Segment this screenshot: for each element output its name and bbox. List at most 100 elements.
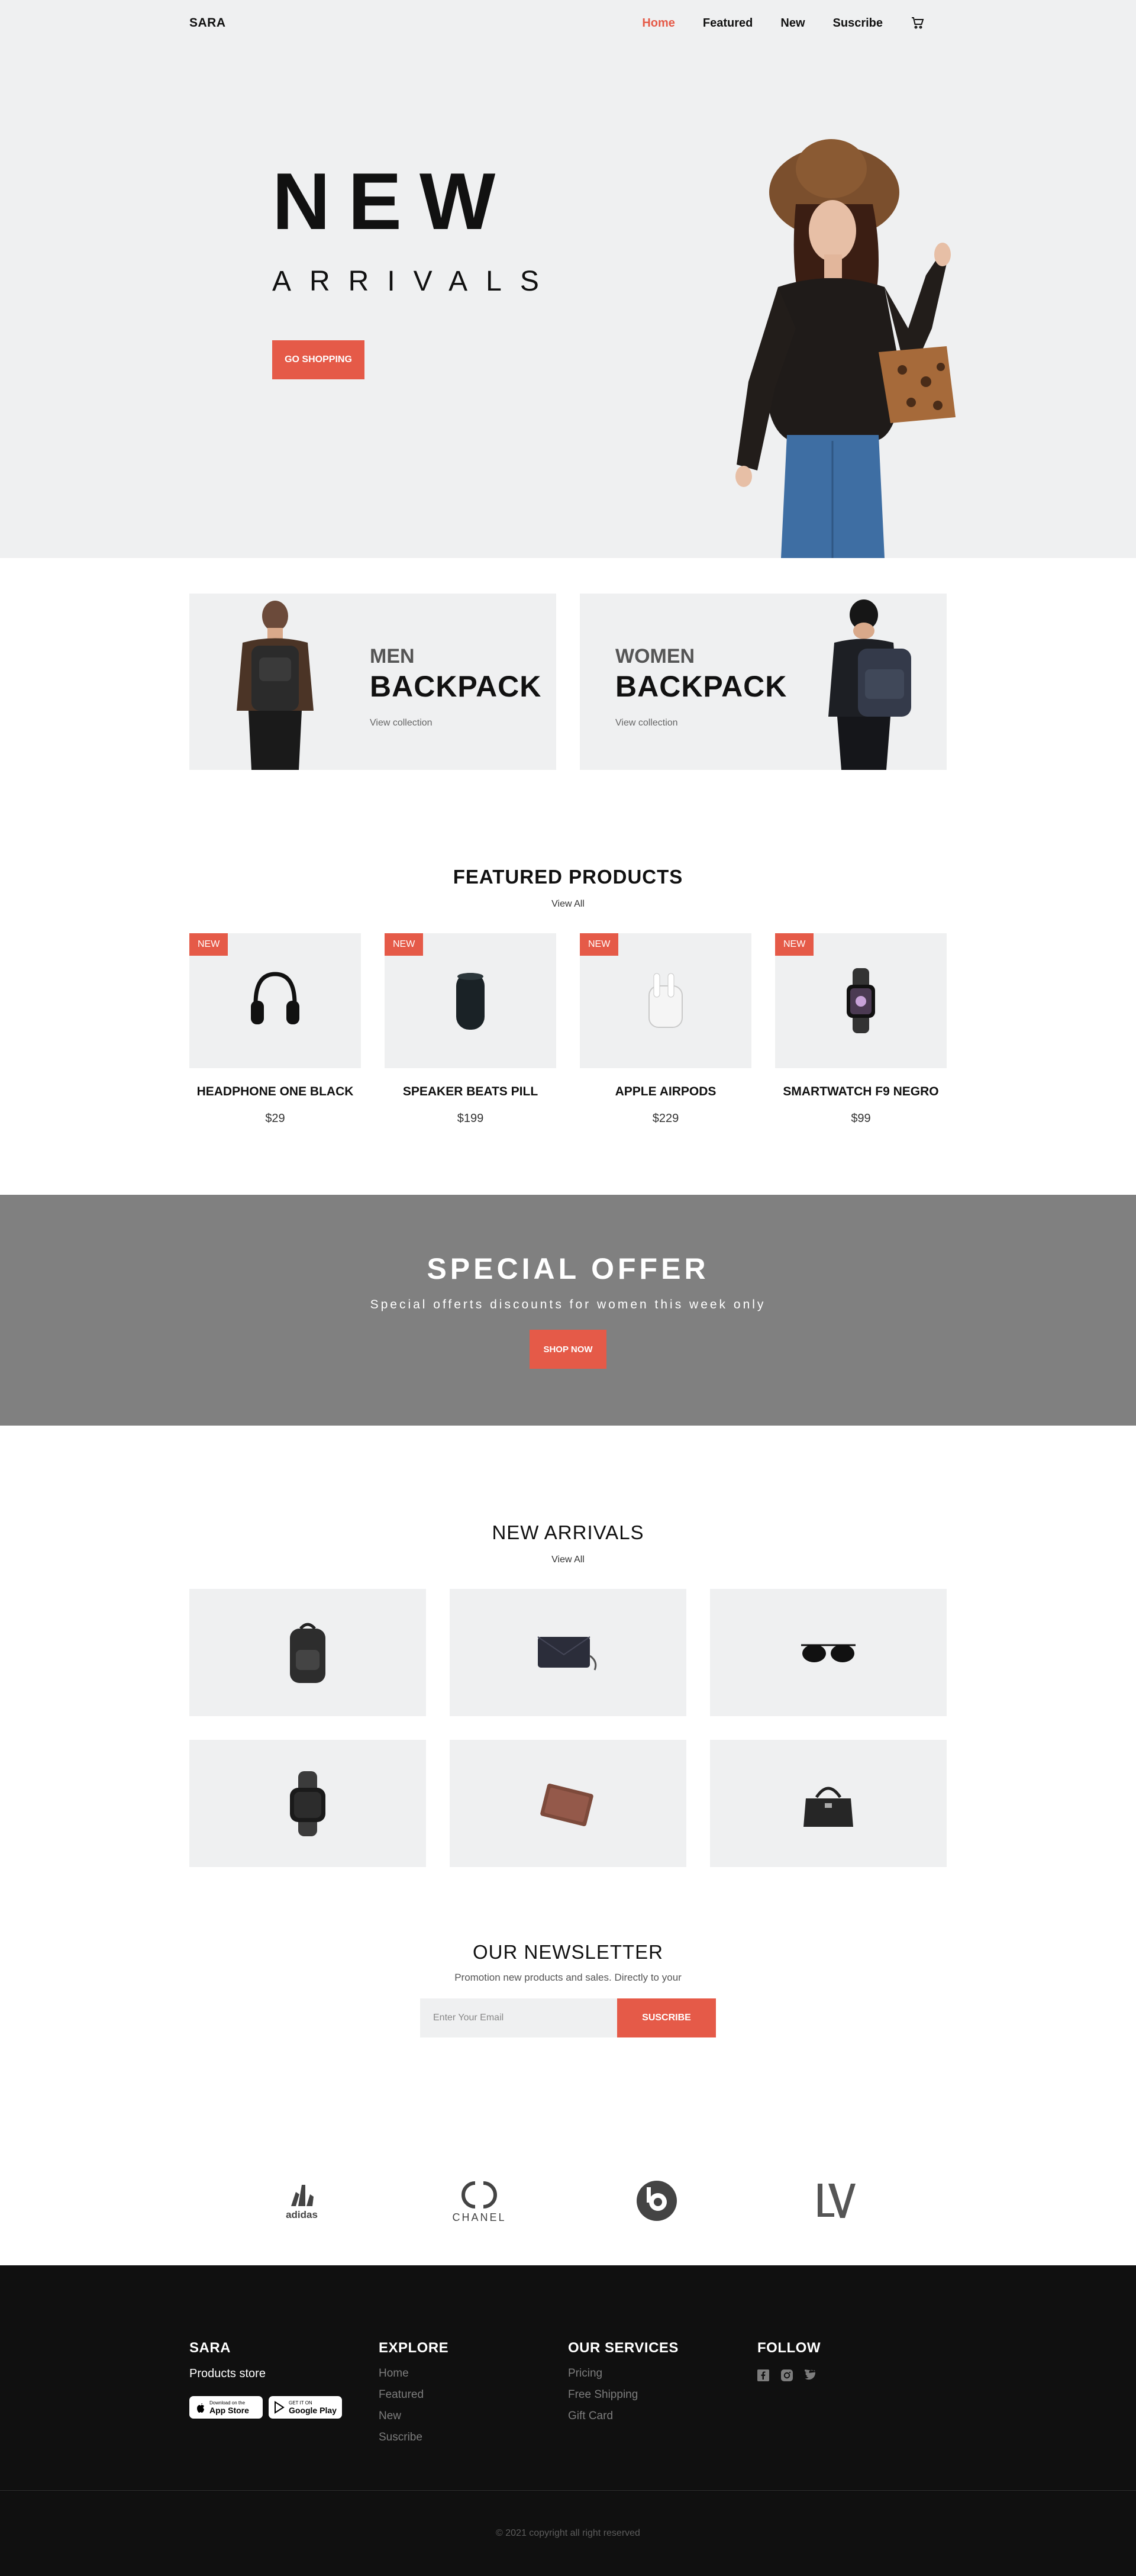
newsletter-subtitle: Promotion new products and sales. Direct… xyxy=(454,1972,682,1983)
product-card[interactable]: NEW SMARTWATCH F9 NEGRO $99 xyxy=(775,933,947,1126)
nav-new[interactable]: New xyxy=(780,17,805,30)
store-small-text: Download on the xyxy=(209,2400,246,2406)
footer-link-free-shipping[interactable]: Free Shipping xyxy=(568,2388,757,2401)
google-play-button[interactable]: GET IT ON Google Play xyxy=(269,2396,342,2419)
arrival-item[interactable] xyxy=(710,1589,947,1716)
sunglasses-icon xyxy=(801,1644,856,1662)
footer-columns: SARA Products store Download on the App S… xyxy=(189,2265,947,2444)
product-price: $99 xyxy=(851,1112,871,1125)
arrival-item[interactable] xyxy=(189,1589,426,1716)
newsletter-section: OUR NEWSLETTER Promotion new products an… xyxy=(189,1867,947,2037)
nav-featured[interactable]: Featured xyxy=(703,17,753,30)
louis-vuitton-logo[interactable] xyxy=(799,2171,870,2230)
arrivals-view-all-link[interactable]: View All xyxy=(551,1555,585,1565)
product-price: $229 xyxy=(652,1112,679,1125)
arrival-item[interactable] xyxy=(189,1740,426,1867)
footer-logo[interactable]: SARA xyxy=(189,2340,379,2356)
product-image[interactable]: NEW xyxy=(580,933,751,1068)
collection-title: BACKPACK xyxy=(615,670,788,703)
nav-links: Home Featured New Suscribe xyxy=(642,16,925,30)
product-card[interactable]: NEW SPEAKER BEATS PILL $199 xyxy=(385,933,556,1126)
product-image[interactable]: NEW xyxy=(189,933,361,1068)
offer-subtitle: Special offerts discounts for women this… xyxy=(370,1298,766,1311)
footer-explore-column: EXPLORE Home Featured New Suscribe xyxy=(379,2340,568,2444)
arrivals-title: NEW ARRIVALS xyxy=(492,1521,644,1543)
copyright-text: © 2021 copyright all right reserved xyxy=(496,2528,640,2538)
chanel-wordmark: CHANEL xyxy=(452,2211,506,2223)
footer-link-pricing[interactable]: Pricing xyxy=(568,2367,757,2380)
collection-subtitle: WOMEN xyxy=(615,645,695,668)
footer-link-featured[interactable]: Featured xyxy=(379,2388,568,2401)
women-collection-text: WOMEN BACKPACK View collection xyxy=(615,645,787,728)
footer-tagline: Products store xyxy=(189,2367,266,2380)
new-badge: NEW xyxy=(189,933,228,956)
app-store-button[interactable]: Download on the App Store xyxy=(189,2396,263,2419)
store-big-text: App Store xyxy=(209,2405,249,2415)
nav-suscribe[interactable]: Suscribe xyxy=(833,17,883,30)
new-arrivals-section: NEW ARRIVALS View All xyxy=(189,1426,947,1867)
hero-title: NEW xyxy=(272,156,514,246)
nav-home[interactable]: Home xyxy=(642,17,675,30)
instagram-icon[interactable] xyxy=(781,2369,793,2381)
product-name[interactable]: APPLE AIRPODS xyxy=(580,1085,751,1099)
beats-logo[interactable] xyxy=(621,2171,692,2230)
hero-text: NEW ARRIVALS xyxy=(272,161,557,298)
special-offer-section: SPECIAL OFFER Special offerts discounts … xyxy=(0,1195,1136,1426)
footer-link-gift-card[interactable]: Gift Card xyxy=(568,2410,757,2423)
product-name[interactable]: SMARTWATCH F9 NEGRO xyxy=(775,1085,947,1099)
clutch-bag-icon xyxy=(537,1636,597,1671)
arrivals-heading: NEW ARRIVALS View All xyxy=(189,1521,947,1565)
hero-subtitle: ARRIVALS xyxy=(272,266,557,297)
view-collection-link[interactable]: View collection xyxy=(615,718,787,728)
google-play-icon xyxy=(275,2401,285,2414)
new-badge: NEW xyxy=(385,933,424,956)
product-name[interactable]: HEADPHONE ONE BLACK xyxy=(189,1085,361,1099)
woman-with-backpack-image xyxy=(828,599,911,770)
collection-title: BACKPACK xyxy=(370,670,542,703)
footer-link-home[interactable]: Home xyxy=(379,2367,568,2380)
men-collection-text: MEN BACKPACK View collection xyxy=(370,645,541,728)
social-links xyxy=(757,2369,947,2381)
arrival-item[interactable] xyxy=(710,1740,947,1867)
shop-now-button[interactable]: SHOP NOW xyxy=(530,1330,606,1369)
women-collection-card[interactable]: WOMEN BACKPACK View collection xyxy=(580,594,947,770)
product-card[interactable]: NEW APPLE AIRPODS $229 xyxy=(580,933,751,1126)
adidas-wordmark: adidas xyxy=(286,2209,318,2220)
arrival-item[interactable] xyxy=(450,1740,686,1867)
arrival-item[interactable] xyxy=(450,1589,686,1716)
chanel-logo[interactable]: CHANEL xyxy=(444,2171,515,2230)
email-input[interactable] xyxy=(420,1998,617,2037)
subscribe-button[interactable]: SUSCRIBE xyxy=(617,1998,716,2037)
footer-link-suscribe[interactable]: Suscribe xyxy=(379,2431,568,2444)
product-image[interactable]: NEW xyxy=(775,933,947,1068)
product-card[interactable]: NEW HEADPHONE ONE BLACK $29 xyxy=(189,933,361,1126)
twitter-icon[interactable] xyxy=(805,2369,816,2381)
explore-title: EXPLORE xyxy=(379,2340,449,2356)
newsletter-title: OUR NEWSLETTER xyxy=(472,1941,664,1963)
arrivals-grid xyxy=(189,1589,947,1867)
app-store-badges: Download on the App Store GET IT ON Google… xyxy=(189,2396,379,2419)
featured-heading: FEATURED PRODUCTS View All xyxy=(189,866,947,910)
hero-model-image xyxy=(735,139,956,558)
wallet-icon xyxy=(540,1783,593,1826)
footer-brand-column: SARA Products store Download on the App S… xyxy=(189,2340,379,2444)
featured-view-all-link[interactable]: View All xyxy=(551,899,585,910)
facebook-icon[interactable] xyxy=(757,2369,769,2381)
shopping-cart-icon[interactable] xyxy=(911,16,925,30)
man-with-backpack-image xyxy=(237,601,314,770)
new-badge: NEW xyxy=(775,933,814,956)
collections-section: MEN BACKPACK View collection WOMEN BACKP… xyxy=(189,594,947,770)
product-name[interactable]: SPEAKER BEATS PILL xyxy=(385,1085,556,1099)
footer-services-column: OUR SERVICES Pricing Free Shipping Gift … xyxy=(568,2340,757,2444)
product-image[interactable]: NEW xyxy=(385,933,556,1068)
footer-follow-column: FOLLOW xyxy=(757,2340,947,2444)
adidas-logo[interactable]: adidas xyxy=(266,2171,337,2230)
footer-link-new[interactable]: New xyxy=(379,2410,568,2423)
brands-section: adidas CHANEL xyxy=(189,2037,947,2265)
site-logo[interactable]: SARA xyxy=(189,16,226,30)
watch-icon xyxy=(290,1771,325,1836)
go-shopping-button[interactable]: GO SHOPPING xyxy=(272,340,364,379)
backpack-icon xyxy=(290,1623,325,1683)
men-collection-card[interactable]: MEN BACKPACK View collection xyxy=(189,594,556,770)
view-collection-link[interactable]: View collection xyxy=(370,718,541,728)
